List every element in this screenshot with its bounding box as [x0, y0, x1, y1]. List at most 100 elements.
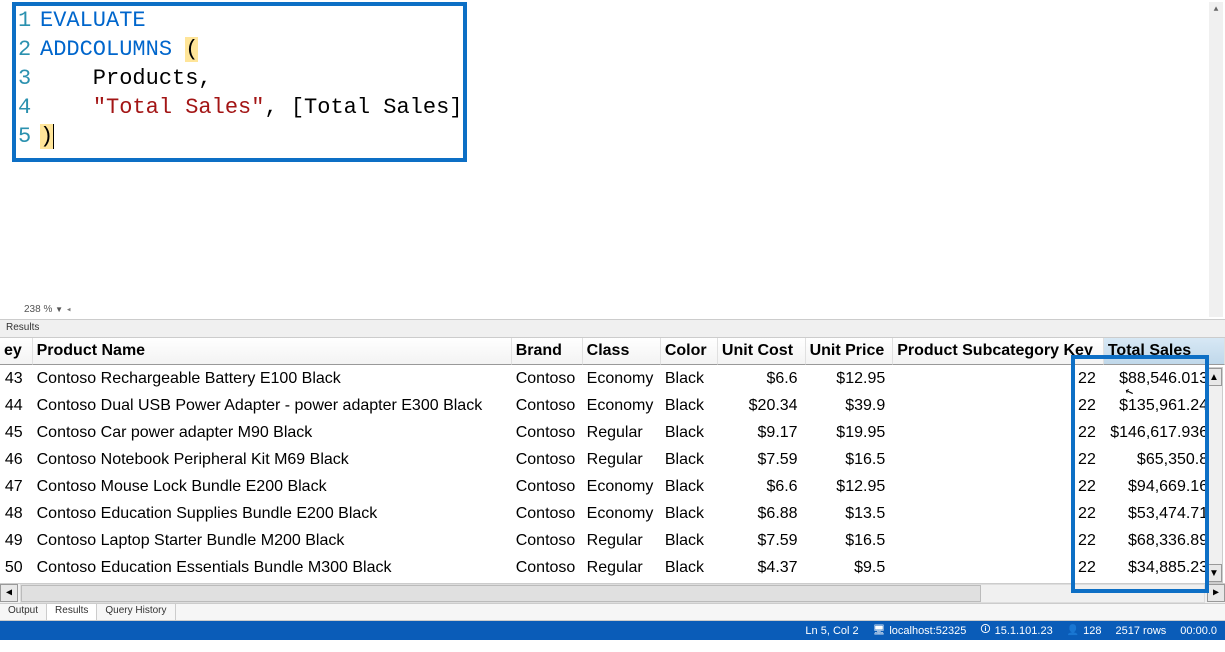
table-cell[interactable]: 22	[893, 500, 1104, 527]
table-cell[interactable]: Contoso Mouse Lock Bundle E200 Black	[33, 473, 512, 500]
column-header[interactable]: ey	[0, 338, 33, 365]
table-cell[interactable]: Black	[661, 473, 718, 500]
zoom-level[interactable]: 238 % ▼	[24, 304, 63, 315]
code-line[interactable]: 3 Products,	[18, 64, 1225, 93]
table-cell[interactable]: Economy	[583, 500, 661, 527]
table-cell[interactable]: $19.95	[806, 419, 894, 446]
table-cell[interactable]: $9.17	[718, 419, 806, 446]
column-header[interactable]: Product Name	[33, 338, 512, 365]
table-cell[interactable]: 48	[0, 500, 33, 527]
tab-results[interactable]: Results	[47, 604, 97, 620]
scroll-thumb[interactable]	[21, 585, 981, 602]
table-cell[interactable]: Contoso Dual USB Power Adapter - power a…	[33, 392, 512, 419]
grid-vscrollbar[interactable]: ▲ ▼	[1205, 367, 1223, 583]
table-cell[interactable]: Contoso	[512, 527, 583, 554]
table-cell[interactable]: Black	[661, 419, 718, 446]
code-line[interactable]: 1EVALUATE	[18, 6, 1225, 35]
tab-query-history[interactable]: Query History	[97, 604, 175, 620]
table-cell[interactable]: 22	[893, 392, 1104, 419]
table-cell[interactable]: Contoso Education Supplies Bundle E200 B…	[33, 500, 512, 527]
editor-vscrollbar[interactable]: ▲	[1209, 2, 1223, 317]
table-cell[interactable]: Black	[661, 554, 718, 581]
table-cell[interactable]: 22	[893, 473, 1104, 500]
table-cell[interactable]: 49	[0, 527, 33, 554]
table-cell[interactable]: $12.95	[806, 473, 894, 500]
table-cell[interactable]: Contoso	[512, 419, 583, 446]
table-cell[interactable]: 46	[0, 446, 33, 473]
scroll-down-icon[interactable]: ▼	[1206, 564, 1222, 582]
scroll-up-icon[interactable]: ▲	[1206, 368, 1222, 386]
table-cell[interactable]: 22	[893, 527, 1104, 554]
table-cell[interactable]: $9.5	[806, 554, 894, 581]
table-cell[interactable]: Economy	[583, 365, 661, 392]
dax-editor[interactable]: 1EVALUATE2ADDCOLUMNS (3 Products,4 "Tota…	[0, 0, 1225, 320]
code-line[interactable]: 5)	[18, 122, 1225, 151]
results-grid[interactable]: eyProduct NameBrandClassColorUnit CostUn…	[0, 338, 1225, 583]
table-cell[interactable]: Contoso	[512, 365, 583, 392]
table-cell[interactable]: 44	[0, 392, 33, 419]
table-cell[interactable]: Contoso Laptop Starter Bundle M200 Black	[33, 527, 512, 554]
table-cell[interactable]: $16.5	[806, 446, 894, 473]
column-header[interactable]: Total Sales	[1104, 338, 1225, 365]
table-cell[interactable]: $13.5	[806, 500, 894, 527]
column-header[interactable]: Class	[583, 338, 661, 365]
table-cell[interactable]: Black	[661, 446, 718, 473]
table-cell[interactable]: $4.37	[718, 554, 806, 581]
table-cell[interactable]: $6.6	[718, 365, 806, 392]
scroll-up-icon[interactable]: ▲	[1209, 2, 1223, 16]
table-row[interactable]: 47Contoso Mouse Lock Bundle E200 BlackCo…	[0, 473, 1225, 500]
table-cell[interactable]: 45	[0, 419, 33, 446]
table-cell[interactable]: 47	[0, 473, 33, 500]
table-cell[interactable]: Economy	[583, 473, 661, 500]
table-cell[interactable]: Contoso	[512, 473, 583, 500]
table-cell[interactable]: 43	[0, 365, 33, 392]
code-line[interactable]: 2ADDCOLUMNS (	[18, 35, 1225, 64]
table-cell[interactable]: $6.88	[718, 500, 806, 527]
table-cell[interactable]: Contoso	[512, 446, 583, 473]
table-cell[interactable]: Regular	[583, 419, 661, 446]
scroll-left-icon[interactable]: ◀	[0, 584, 18, 602]
table-cell[interactable]: Regular	[583, 446, 661, 473]
table-row[interactable]: 48Contoso Education Supplies Bundle E200…	[0, 500, 1225, 527]
table-cell[interactable]: $7.59	[718, 446, 806, 473]
table-row[interactable]: 46Contoso Notebook Peripheral Kit M69 Bl…	[0, 446, 1225, 473]
grid-hscrollbar[interactable]: ◀ ▶	[0, 583, 1225, 603]
table-cell[interactable]: Black	[661, 527, 718, 554]
table-cell[interactable]: $16.5	[806, 527, 894, 554]
table-cell[interactable]: Contoso	[512, 500, 583, 527]
table-row[interactable]: 44Contoso Dual USB Power Adapter - power…	[0, 392, 1225, 419]
column-header[interactable]: Product Subcategory Key	[893, 338, 1104, 365]
table-cell[interactable]: Contoso Car power adapter M90 Black	[33, 419, 512, 446]
table-cell[interactable]: $39.9	[806, 392, 894, 419]
table-cell[interactable]: Regular	[583, 554, 661, 581]
scroll-right-icon[interactable]: ▶	[1207, 584, 1225, 602]
table-cell[interactable]: 22	[893, 419, 1104, 446]
editor-hscroll-left-icon[interactable]: ◂	[66, 305, 71, 315]
table-cell[interactable]: Black	[661, 365, 718, 392]
table-cell[interactable]: Contoso	[512, 554, 583, 581]
table-cell[interactable]: Black	[661, 392, 718, 419]
table-cell[interactable]: Contoso Education Essentials Bundle M300…	[33, 554, 512, 581]
code-line[interactable]: 4 "Total Sales", [Total Sales]	[18, 93, 1225, 122]
table-cell[interactable]: 50	[0, 554, 33, 581]
table-cell[interactable]: Black	[661, 500, 718, 527]
table-cell[interactable]: $20.34	[718, 392, 806, 419]
table-cell[interactable]: Contoso Rechargeable Battery E100 Black	[33, 365, 512, 392]
table-cell[interactable]: $12.95	[806, 365, 894, 392]
tab-output[interactable]: Output	[0, 604, 47, 620]
table-cell[interactable]: 22	[893, 554, 1104, 581]
table-cell[interactable]: Regular	[583, 527, 661, 554]
table-row[interactable]: 49Contoso Laptop Starter Bundle M200 Bla…	[0, 527, 1225, 554]
table-cell[interactable]: 22	[893, 446, 1104, 473]
column-header[interactable]: Brand	[512, 338, 583, 365]
column-header[interactable]: Unit Cost	[718, 338, 806, 365]
table-row[interactable]: 45Contoso Car power adapter M90 BlackCon…	[0, 419, 1225, 446]
table-row[interactable]: 50Contoso Education Essentials Bundle M3…	[0, 554, 1225, 581]
column-header[interactable]: Color	[661, 338, 718, 365]
table-cell[interactable]: $6.6	[718, 473, 806, 500]
table-row[interactable]: 43Contoso Rechargeable Battery E100 Blac…	[0, 365, 1225, 392]
table-cell[interactable]: Contoso Notebook Peripheral Kit M69 Blac…	[33, 446, 512, 473]
table-cell[interactable]: $7.59	[718, 527, 806, 554]
table-cell[interactable]: 22	[893, 365, 1104, 392]
column-header[interactable]: Unit Price	[806, 338, 894, 365]
